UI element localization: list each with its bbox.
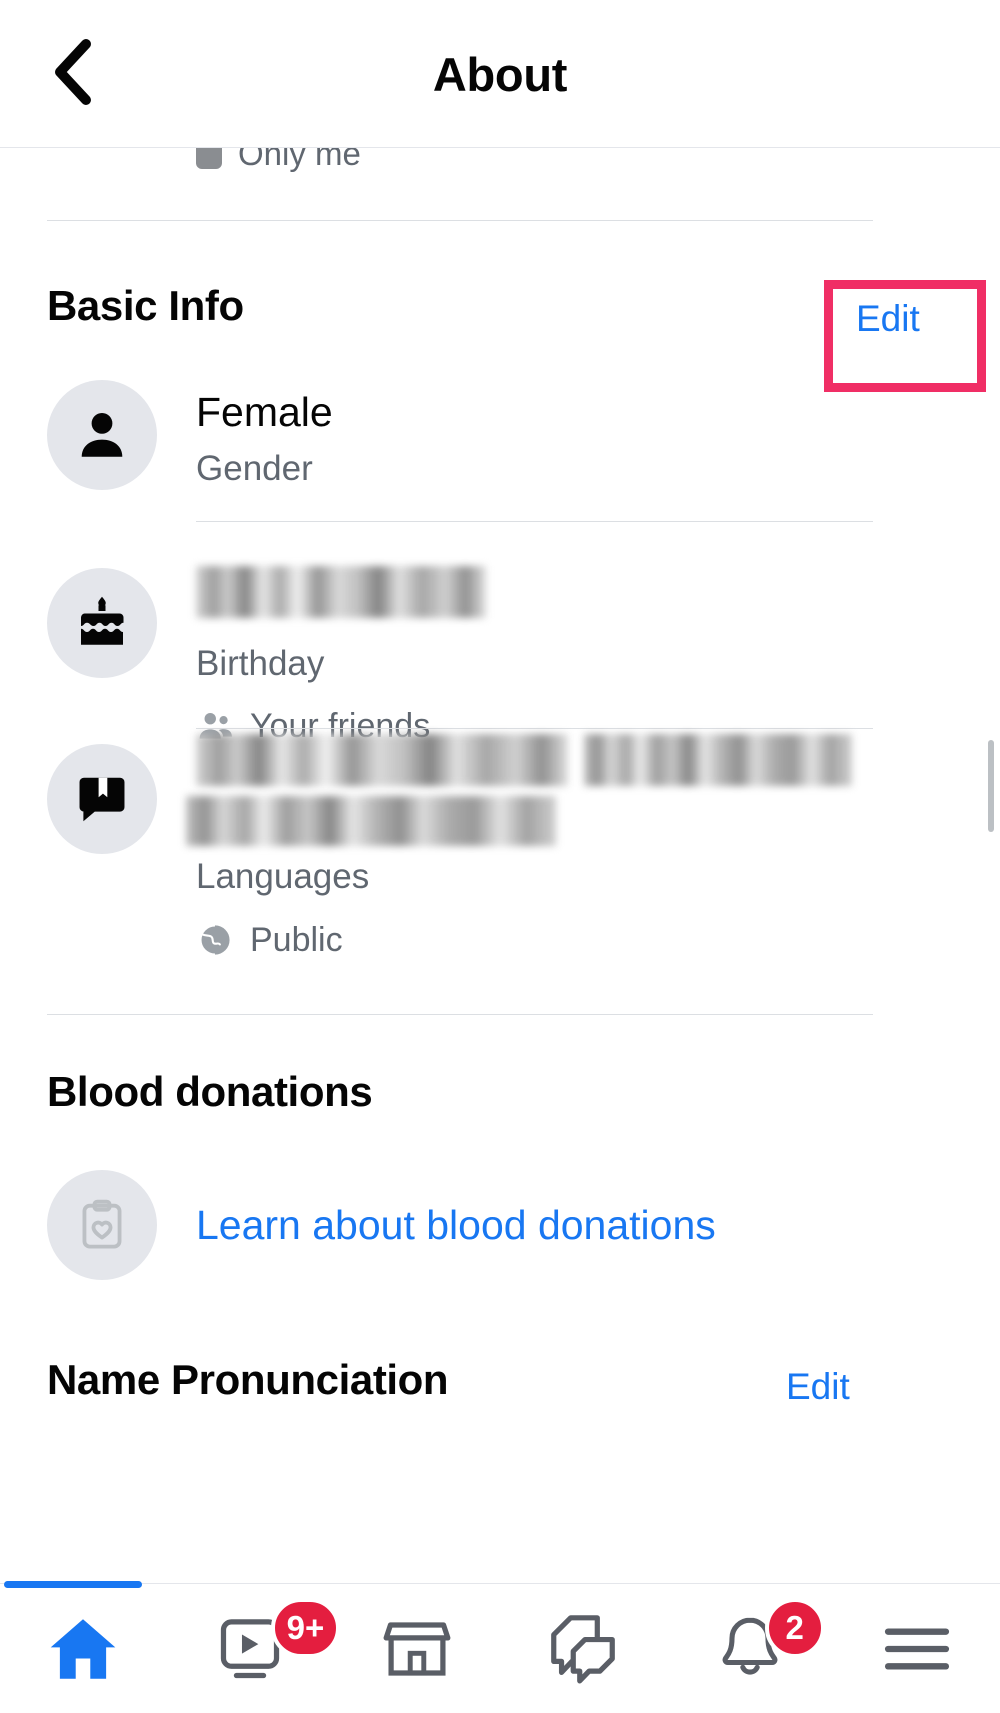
gender-value: Female xyxy=(196,389,333,435)
birthday-value-redacted xyxy=(196,566,486,618)
languages-label: Languages xyxy=(196,857,370,896)
hamburger-menu-icon xyxy=(881,1623,953,1675)
scrollbar-thumb[interactable] xyxy=(988,740,994,832)
languages-value-redacted-1a xyxy=(196,734,568,786)
speech-bubble-bookmark-icon xyxy=(47,744,157,854)
lock-chip-icon xyxy=(196,148,222,169)
nav-item-notifications[interactable]: 2 xyxy=(667,1584,834,1713)
divider-basic-blood xyxy=(47,1014,873,1015)
nav-item-home[interactable] xyxy=(0,1580,167,1713)
nav-item-marketplace[interactable] xyxy=(333,1584,500,1713)
learn-blood-donations-link[interactable]: Learn about blood donations xyxy=(196,1201,716,1249)
name-pronunciation-edit-button[interactable]: Edit xyxy=(786,1366,850,1408)
clipboard-heart-icon xyxy=(47,1170,157,1280)
page-title: About xyxy=(432,47,568,101)
birthday-label: Birthday xyxy=(196,644,325,683)
gender-label: Gender xyxy=(196,449,313,488)
about-content: Only me Basic Info Edit Female Gender Bi… xyxy=(0,148,1000,1433)
name-pronunciation-title: Name Pronunciation xyxy=(47,1356,449,1403)
watch-badge: 9+ xyxy=(270,1597,341,1658)
divider-gender-birthday xyxy=(196,521,873,522)
cutoff-privacy-label: Only me xyxy=(238,148,361,172)
divider-top xyxy=(47,220,873,221)
divider-birthday-languages xyxy=(196,728,873,729)
globe-icon xyxy=(196,921,234,959)
basic-info-title: Basic Info xyxy=(47,282,244,329)
marketplace-icon xyxy=(380,1612,454,1686)
notifications-badge: 2 xyxy=(764,1597,825,1658)
languages-value-redacted-1b xyxy=(584,734,852,786)
person-icon xyxy=(47,380,157,490)
birthday-cake-icon xyxy=(47,568,157,678)
home-icon xyxy=(45,1611,121,1687)
basic-info-edit-button[interactable]: Edit xyxy=(856,298,920,340)
app-header: About xyxy=(0,0,1000,148)
languages-privacy-label: Public xyxy=(250,921,343,959)
languages-privacy[interactable]: Public xyxy=(196,920,343,960)
nav-item-watch[interactable]: 9+ xyxy=(167,1584,341,1713)
languages-value-redacted-2 xyxy=(186,796,556,846)
about-screen: About Only me Basic Info Edit Female Gen… xyxy=(0,0,1000,1713)
groups-icon xyxy=(544,1610,622,1688)
nav-item-menu[interactable] xyxy=(833,1584,1000,1713)
bottom-navigation-bar: 9+ 2 xyxy=(0,1580,1000,1713)
nav-active-indicator xyxy=(4,1580,142,1588)
blood-donations-title: Blood donations xyxy=(47,1068,373,1115)
cutoff-privacy-row: Only me xyxy=(196,148,361,176)
nav-item-groups[interactable] xyxy=(500,1584,667,1713)
